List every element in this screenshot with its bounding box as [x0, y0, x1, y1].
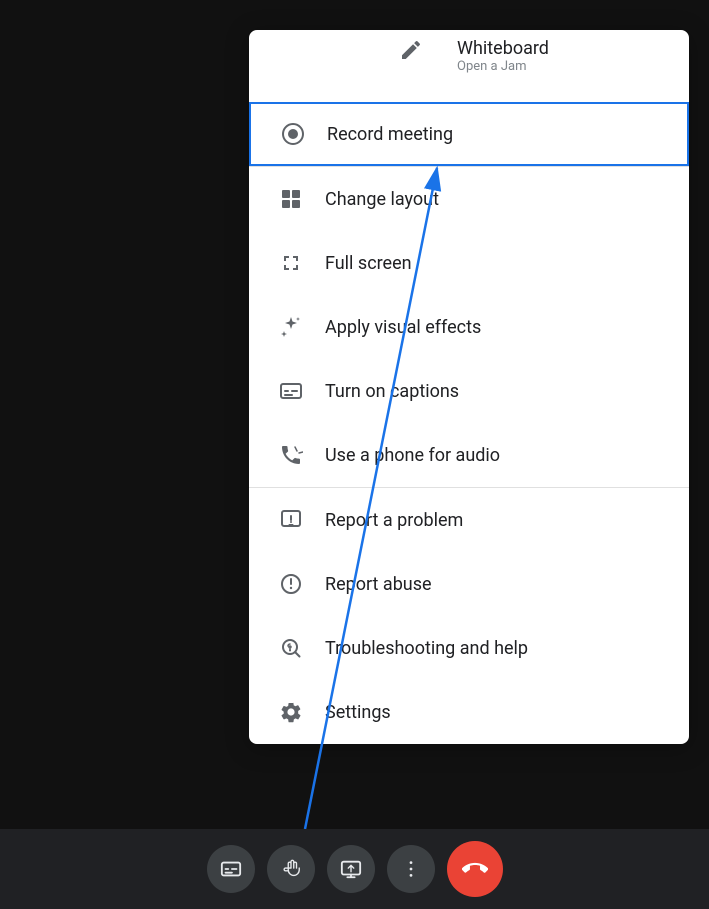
raise-hand-toolbar-button[interactable]: [267, 845, 315, 893]
fullscreen-icon: [269, 251, 313, 275]
more-options-toolbar-button[interactable]: [387, 845, 435, 893]
report-problem-label: Report a problem: [325, 510, 463, 531]
menu-item-visual-effects[interactable]: Apply visual effects: [249, 295, 689, 359]
toolbar: [0, 829, 709, 909]
troubleshoot-icon: [269, 636, 313, 660]
end-call-toolbar-button[interactable]: [447, 841, 503, 897]
dropdown-menu: Whiteboard Open a Jam Record meeting Cha…: [249, 30, 689, 744]
menu-item-report-abuse[interactable]: Report abuse: [249, 552, 689, 616]
visual-effects-label: Apply visual effects: [325, 317, 481, 338]
gear-icon: [269, 700, 313, 724]
report-abuse-label: Report abuse: [325, 574, 432, 595]
captions-icon: [269, 379, 313, 403]
menu-item-captions[interactable]: Turn on captions: [249, 359, 689, 423]
change-layout-label: Change layout: [325, 189, 439, 210]
report-abuse-icon: [269, 572, 313, 596]
troubleshooting-label: Troubleshooting and help: [325, 638, 528, 659]
menu-item-settings[interactable]: Settings: [249, 680, 689, 744]
layout-icon: [269, 187, 313, 211]
settings-label: Settings: [325, 702, 391, 723]
phone-icon: [269, 443, 313, 467]
full-screen-label: Full screen: [325, 253, 412, 274]
menu-item-report-problem[interactable]: Report a problem: [249, 488, 689, 552]
menu-item-full-screen[interactable]: Full screen: [249, 231, 689, 295]
whiteboard-sublabel: Open a Jam: [457, 59, 549, 74]
report-problem-icon: [269, 508, 313, 532]
captions-label: Turn on captions: [325, 381, 459, 402]
whiteboard-label: Whiteboard: [457, 38, 549, 59]
menu-item-troubleshooting[interactable]: Troubleshooting and help: [249, 616, 689, 680]
captions-toolbar-button[interactable]: [207, 845, 255, 893]
menu-item-whiteboard[interactable]: Whiteboard Open a Jam: [249, 30, 689, 102]
menu-item-record-meeting[interactable]: Record meeting: [249, 102, 689, 166]
sparkle-icon: [269, 315, 313, 339]
record-meeting-label: Record meeting: [327, 124, 453, 145]
menu-item-phone-audio[interactable]: Use a phone for audio: [249, 423, 689, 487]
menu-item-change-layout[interactable]: Change layout: [249, 167, 689, 231]
pencil-icon: [389, 38, 433, 62]
share-screen-toolbar-button[interactable]: [327, 845, 375, 893]
phone-audio-label: Use a phone for audio: [325, 445, 500, 466]
record-icon: [271, 122, 315, 146]
